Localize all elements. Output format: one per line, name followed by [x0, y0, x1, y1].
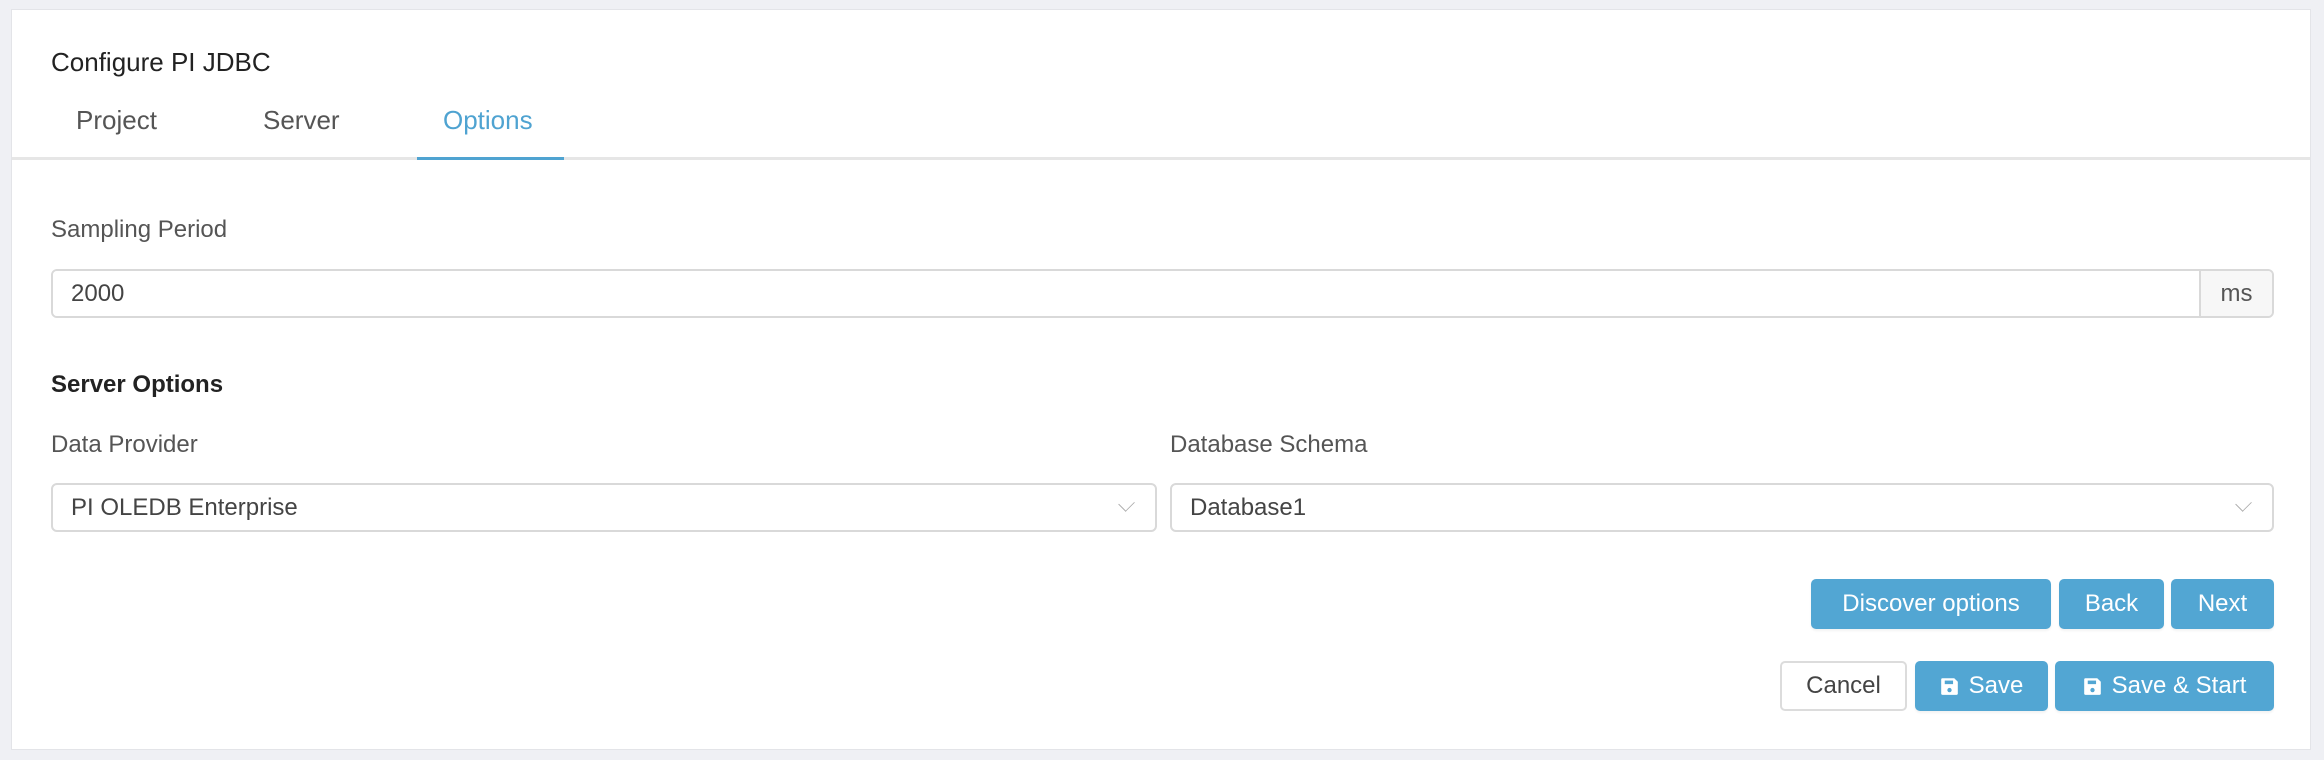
- save-label: Save: [1968, 672, 2024, 699]
- tab-divider: [12, 157, 2310, 160]
- page-title: Configure PI JDBC: [51, 47, 271, 77]
- data-provider-select[interactable]: PI OLEDB Enterprise: [51, 483, 1157, 532]
- floppy-disk-icon: [2083, 677, 2101, 695]
- next-button[interactable]: Next: [2171, 579, 2274, 629]
- back-button[interactable]: Back: [2059, 579, 2164, 629]
- discover-options-button[interactable]: Discover options: [1811, 579, 2051, 629]
- database-schema-value: Database1: [1190, 493, 1307, 521]
- chevron-down-icon: [1118, 495, 1135, 512]
- floppy-disk-icon: [1940, 677, 1958, 695]
- server-options-heading: Server Options: [51, 371, 224, 398]
- chevron-down-icon: [2235, 495, 2252, 512]
- database-schema-select[interactable]: Database1: [1170, 483, 2274, 532]
- data-provider-value: PI OLEDB Enterprise: [71, 493, 298, 521]
- save-button[interactable]: Save: [1915, 661, 2048, 711]
- tab-project[interactable]: Project: [76, 105, 157, 136]
- database-schema-label: Database Schema: [1170, 431, 1368, 458]
- active-tab-indicator: [417, 157, 564, 160]
- sampling-period-group: ms: [51, 269, 2274, 318]
- data-provider-label: Data Provider: [51, 431, 198, 458]
- configure-card: Configure PI JDBC Project Server Options…: [11, 9, 2311, 750]
- save-and-start-button[interactable]: Save & Start: [2055, 661, 2274, 711]
- save-and-start-label: Save & Start: [2111, 672, 2247, 699]
- cancel-button[interactable]: Cancel: [1780, 661, 1907, 711]
- unit-addon: ms: [2199, 271, 2272, 316]
- tab-server[interactable]: Server: [263, 105, 340, 136]
- sampling-period-label: Sampling Period: [51, 216, 228, 243]
- tab-options[interactable]: Options: [443, 105, 533, 136]
- sampling-period-input[interactable]: [53, 271, 2199, 316]
